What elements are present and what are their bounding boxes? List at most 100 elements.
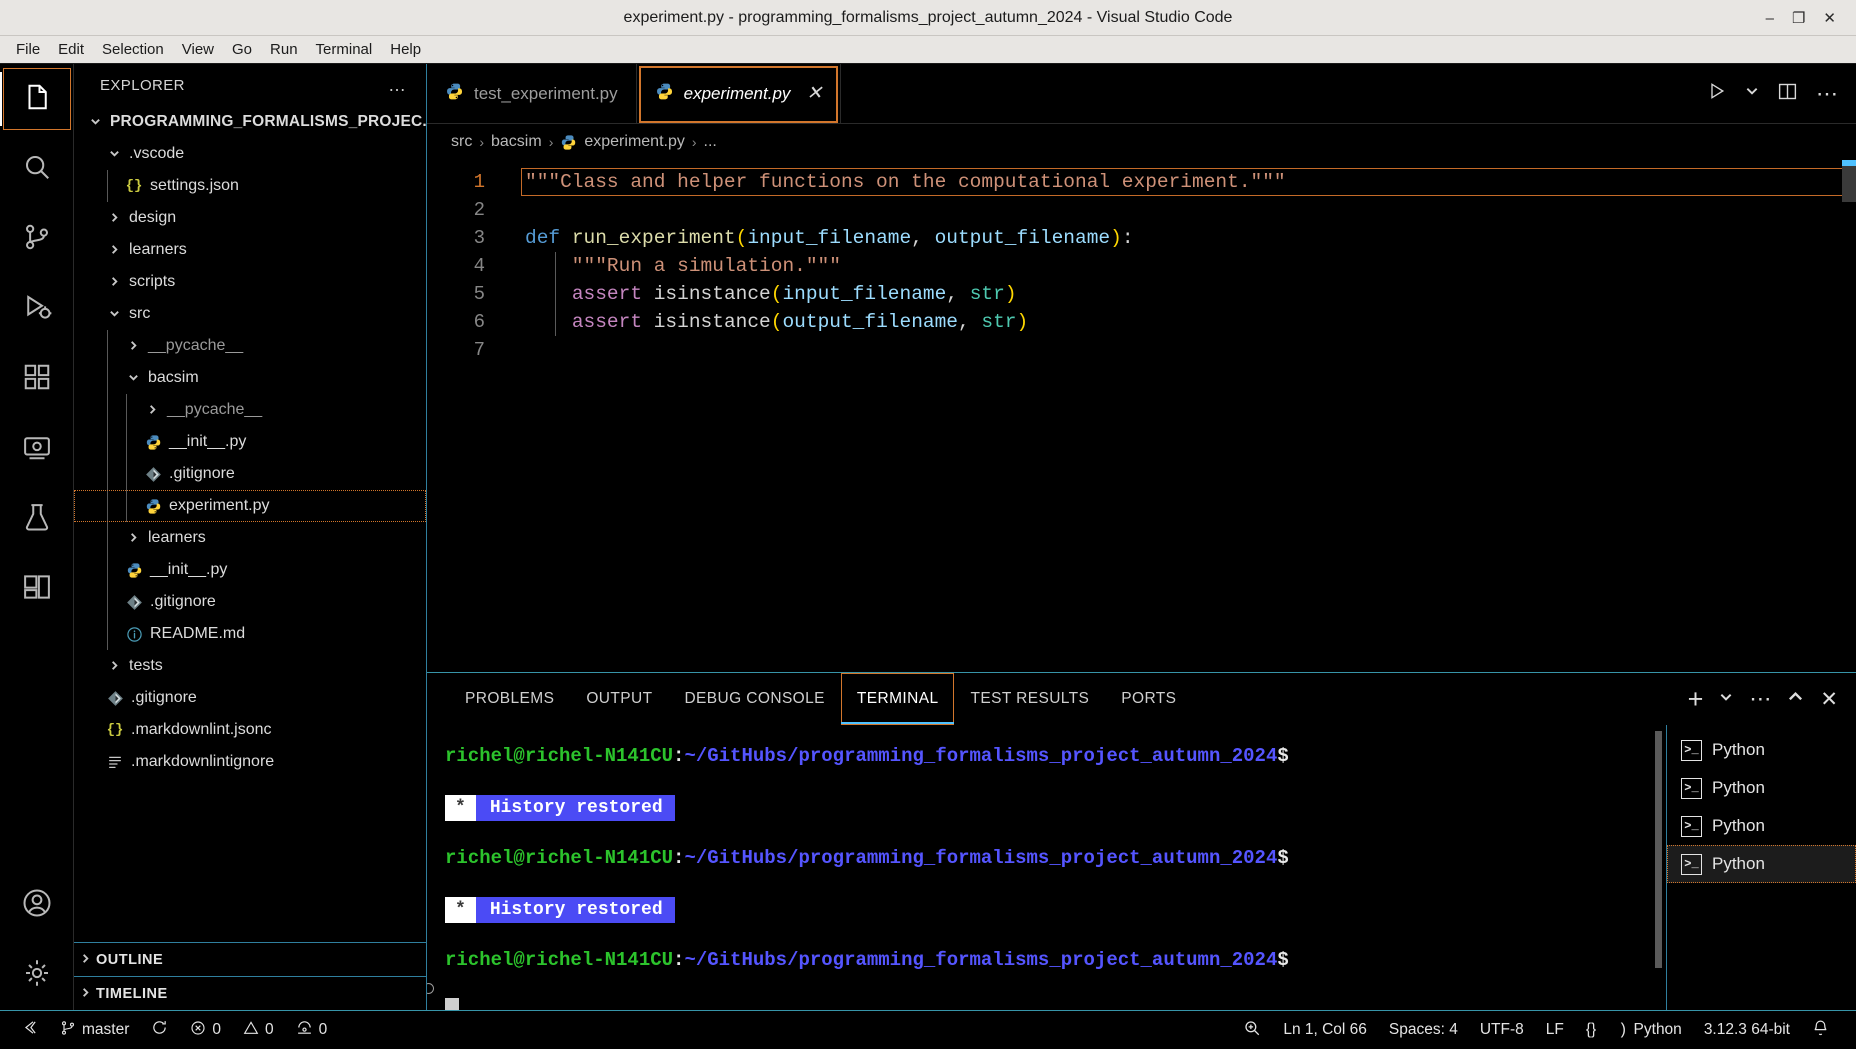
terminal-prompt-line: richel@richel-N141CU:~/GitHubs/programmi… bbox=[445, 935, 1666, 986]
code-content[interactable]: """Class and helper functions on the com… bbox=[499, 160, 1856, 672]
tab-test-results[interactable]: TEST RESULTS bbox=[954, 673, 1105, 725]
tab-debug-console[interactable]: DEBUG CONSOLE bbox=[668, 673, 840, 725]
activity-extensions[interactable] bbox=[0, 344, 74, 414]
tab-problems[interactable]: PROBLEMS bbox=[449, 673, 570, 725]
activity-run-and-debug[interactable] bbox=[0, 274, 74, 344]
status-branch-label: master bbox=[82, 1021, 129, 1039]
status-magnify[interactable] bbox=[1232, 1011, 1272, 1049]
editor-scrollbar[interactable] bbox=[1842, 160, 1856, 202]
tree-item-vscode[interactable]: .vscode bbox=[74, 138, 426, 170]
sidebar-section-outline[interactable]: OUTLINE bbox=[74, 942, 426, 976]
minimize-button[interactable]: – bbox=[1766, 11, 1774, 26]
activity-explorer[interactable] bbox=[0, 64, 74, 134]
tree-item-readme-md[interactable]: README.md bbox=[74, 618, 426, 650]
tree-item-learners[interactable]: learners bbox=[74, 234, 426, 266]
indent-guide bbox=[107, 586, 108, 618]
line-number-gutter: 1234567 bbox=[427, 160, 499, 672]
activity-search[interactable] bbox=[0, 134, 74, 204]
sidebar-more-actions[interactable]: … bbox=[388, 75, 412, 96]
close-button[interactable]: ✕ bbox=[1823, 11, 1836, 26]
maximize-button[interactable]: ❐ bbox=[1792, 11, 1805, 26]
tab-ports[interactable]: PORTS bbox=[1105, 673, 1192, 725]
tree-item-learners[interactable]: learners bbox=[74, 522, 426, 554]
status-interpreter[interactable]: 3.12.3 64-bit bbox=[1693, 1011, 1801, 1049]
menu-go[interactable]: Go bbox=[224, 38, 260, 61]
breadcrumb-item-src[interactable]: src bbox=[451, 133, 472, 151]
tree-item-gitignore[interactable]: .gitignore bbox=[74, 586, 426, 618]
split-editor-icon[interactable] bbox=[1777, 81, 1798, 107]
tree-root-folder[interactable]: PROGRAMMING_FORMALISMS_PROJEC... bbox=[74, 106, 426, 138]
status-encoding[interactable]: UTF-8 bbox=[1469, 1011, 1535, 1049]
tree-item-pycache[interactable]: __pycache__ bbox=[74, 394, 426, 426]
close-panel-icon[interactable]: ✕ bbox=[1820, 687, 1838, 712]
chevron-down-icon[interactable] bbox=[1745, 84, 1759, 103]
terminal-list-item[interactable]: >_Python bbox=[1667, 845, 1856, 883]
terminal-list-item[interactable]: >_Python bbox=[1667, 769, 1856, 807]
status-sync[interactable] bbox=[140, 1011, 179, 1049]
breadcrumb-item-symbol[interactable]: ... bbox=[704, 133, 717, 151]
tab-terminal[interactable]: TERMINAL bbox=[841, 673, 955, 725]
activity-source-control[interactable] bbox=[0, 204, 74, 274]
menu-edit[interactable]: Edit bbox=[50, 38, 92, 61]
menu-terminal[interactable]: Terminal bbox=[308, 38, 381, 61]
terminal-list-item[interactable]: >_Python bbox=[1667, 731, 1856, 769]
status-warnings[interactable]: 0 bbox=[232, 1011, 285, 1049]
status-language-mode[interactable]: ) Python bbox=[1607, 1011, 1693, 1049]
terminal-icon: >_ bbox=[1681, 778, 1702, 799]
activity-testing[interactable] bbox=[0, 484, 74, 554]
editor-more-actions[interactable]: ⋯ bbox=[1816, 81, 1838, 107]
terminal-cursor bbox=[445, 998, 459, 1010]
activity-panels[interactable] bbox=[0, 554, 74, 624]
tree-item-settings-json[interactable]: {}settings.json bbox=[74, 170, 426, 202]
tree-item-tests[interactable]: tests bbox=[74, 650, 426, 682]
panel-more-actions[interactable]: ⋯ bbox=[1749, 686, 1771, 712]
activity-accounts[interactable] bbox=[0, 870, 74, 940]
close-icon[interactable]: ✕ bbox=[806, 82, 822, 105]
tree-item-markdownlintignore[interactable]: .markdownlintignore bbox=[74, 746, 426, 778]
activity-settings[interactable] bbox=[0, 940, 74, 1010]
tab-test-experiment-py[interactable]: test_experiment.py bbox=[427, 64, 637, 123]
menu-run[interactable]: Run bbox=[262, 38, 306, 61]
tree-item-init-py[interactable]: __init__.py bbox=[74, 554, 426, 586]
activity-remote-explorer[interactable] bbox=[0, 414, 74, 484]
status-branch[interactable]: master bbox=[49, 1011, 140, 1049]
new-terminal-button[interactable]: + bbox=[1688, 686, 1704, 713]
python-icon bbox=[560, 134, 577, 151]
tree-item-bacsim[interactable]: bacsim bbox=[74, 362, 426, 394]
terminal-output[interactable]: richel@richel-N141CU:~/GitHubs/programmi… bbox=[427, 725, 1666, 1010]
status-ports[interactable]: 0 bbox=[285, 1011, 339, 1049]
tree-item-design[interactable]: design bbox=[74, 202, 426, 234]
terminal-scrollbar[interactable] bbox=[1655, 731, 1662, 968]
tab-experiment-py[interactable]: experiment.py ✕ bbox=[637, 64, 842, 123]
tree-item-gitignore[interactable]: .gitignore bbox=[74, 458, 426, 490]
tab-output[interactable]: OUTPUT bbox=[570, 673, 668, 725]
ports-icon bbox=[296, 1019, 313, 1041]
menu-help[interactable]: Help bbox=[382, 38, 429, 61]
status-remote-window[interactable] bbox=[10, 1011, 49, 1049]
code-editor[interactable]: 1234567 """Class and helper functions on… bbox=[427, 160, 1856, 672]
tree-item-pycache[interactable]: __pycache__ bbox=[74, 330, 426, 362]
status-brackets[interactable]: {} bbox=[1575, 1011, 1607, 1049]
tree-item-gitignore[interactable]: .gitignore bbox=[74, 682, 426, 714]
tree-item-scripts[interactable]: scripts bbox=[74, 266, 426, 298]
chevron-up-icon[interactable] bbox=[1787, 688, 1804, 710]
status-eol[interactable]: LF bbox=[1535, 1011, 1575, 1049]
terminal-list-item[interactable]: >_Python bbox=[1667, 807, 1856, 845]
chevron-down-icon[interactable] bbox=[1719, 690, 1733, 709]
menu-selection[interactable]: Selection bbox=[94, 38, 172, 61]
status-indentation[interactable]: Spaces: 4 bbox=[1378, 1011, 1469, 1049]
window-title: experiment.py - programming_formalisms_p… bbox=[624, 9, 1233, 27]
tree-item-src[interactable]: src bbox=[74, 298, 426, 330]
menu-file[interactable]: File bbox=[8, 38, 48, 61]
run-icon[interactable] bbox=[1707, 81, 1727, 106]
tree-item-init-py[interactable]: __init__.py bbox=[74, 426, 426, 458]
sidebar-section-timeline[interactable]: TIMELINE bbox=[74, 976, 426, 1010]
status-notifications[interactable] bbox=[1801, 1011, 1840, 1049]
status-cursor-position[interactable]: Ln 1, Col 66 bbox=[1272, 1011, 1378, 1049]
tree-item-markdownlint-jsonc[interactable]: {}.markdownlint.jsonc bbox=[74, 714, 426, 746]
menu-view[interactable]: View bbox=[174, 38, 222, 61]
breadcrumb-item-experiment-py[interactable]: experiment.py bbox=[584, 133, 685, 151]
status-errors[interactable]: 0 bbox=[179, 1011, 232, 1049]
breadcrumb-item-bacsim[interactable]: bacsim bbox=[491, 133, 542, 151]
tree-item-experiment-py[interactable]: experiment.py bbox=[74, 490, 426, 522]
